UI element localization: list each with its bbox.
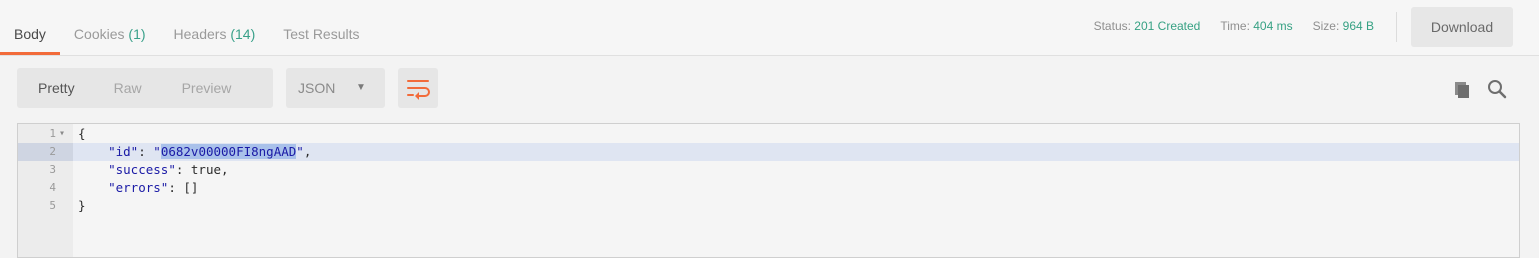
tab-test-results[interactable]: Test Results: [269, 0, 373, 53]
format-select-label: JSON: [298, 80, 336, 96]
time-value: 404 ms: [1253, 19, 1293, 33]
code-line-highlighted: 2 "id": "0682v00000FI8ngAAD",: [18, 143, 1519, 161]
code-text: "errors": []: [78, 179, 198, 197]
code-text: "id": "0682v00000FI8ngAAD",: [78, 143, 311, 161]
code-text: "success": true,: [78, 161, 229, 179]
code-line: 5 }: [18, 197, 1519, 215]
tab-cookies-count: (1): [128, 26, 146, 42]
view-mode-pretty[interactable]: Pretty: [38, 68, 75, 108]
json-tail: ,: [303, 144, 312, 159]
fold-arrow-icon[interactable]: ▾: [59, 125, 65, 143]
json-sep: :: [138, 144, 154, 159]
line-number: 4: [49, 181, 56, 194]
code-line: 1 ▾ {: [18, 125, 1519, 143]
selected-text: 0682v00000FI8ngAAD: [160, 144, 297, 159]
json-key: "success": [108, 162, 176, 177]
size-label: Size:: [1312, 19, 1340, 33]
line-number: 2: [49, 145, 56, 158]
response-meta: Status: 201 Created Time: 404 ms Size: 9…: [1074, 19, 1374, 33]
search-icon[interactable]: [1486, 78, 1508, 100]
size-value: 964 B: [1342, 19, 1374, 33]
json-tail: ,: [221, 162, 229, 177]
wrap-lines-button[interactable]: [398, 68, 438, 108]
time-stat: Time: 404 ms: [1220, 19, 1292, 33]
copy-icon[interactable]: [1452, 80, 1472, 100]
tab-headers-label: Headers: [173, 26, 227, 42]
line-number: 5: [49, 199, 56, 212]
code-text: {: [78, 126, 86, 141]
caret-down-icon: ▼: [356, 82, 366, 93]
download-button[interactable]: Download: [1411, 7, 1513, 47]
code-line: 4 "errors": []: [18, 179, 1519, 197]
code-line: 3 "success": true,: [18, 161, 1519, 179]
json-string-value: "0682v00000FI8ngAAD": [153, 144, 304, 159]
status-value: 201 Created: [1134, 19, 1201, 33]
status-label: Status:: [1093, 19, 1131, 33]
tab-cookies[interactable]: Cookies (1): [60, 0, 160, 53]
response-body-editor[interactable]: 1 ▾ { 2 "id": "0682v00000FI8ngAAD", 3 "s…: [17, 123, 1520, 258]
line-number: 1: [49, 127, 56, 140]
body-toolbar: Pretty Raw Preview JSON ▼: [0, 55, 1539, 121]
tab-headers-count: (14): [230, 26, 256, 42]
response-header-bar: Body Cookies (1) Headers (14) Test Resul…: [0, 0, 1539, 56]
status-stat: Status: 201 Created: [1094, 19, 1201, 33]
json-array-value: []: [183, 180, 199, 195]
divider: [1396, 12, 1397, 42]
size-stat: Size: 964 B: [1313, 19, 1374, 33]
tab-headers[interactable]: Headers (14): [160, 0, 270, 53]
wrap-lines-icon: [407, 80, 430, 100]
tab-body[interactable]: Body: [0, 0, 60, 55]
tab-cookies-label: Cookies: [73, 26, 125, 42]
code-text: }: [78, 198, 86, 213]
json-bool-value: true: [190, 162, 222, 177]
view-mode-preview[interactable]: Preview: [182, 68, 232, 108]
time-label: Time:: [1220, 19, 1250, 33]
json-sep: :: [168, 180, 184, 195]
view-mode-group: Pretty Raw Preview: [17, 68, 273, 108]
line-number: 3: [49, 163, 56, 176]
tab-body-label: Body: [14, 26, 46, 42]
view-mode-raw[interactable]: Raw: [114, 68, 142, 108]
response-tabs: Body Cookies (1) Headers (14) Test Resul…: [0, 0, 374, 55]
tab-test-results-label: Test Results: [283, 26, 360, 42]
json-key: "id": [108, 144, 139, 159]
json-sep: :: [175, 162, 191, 177]
json-key: "errors": [108, 180, 169, 195]
format-select[interactable]: JSON ▼: [286, 68, 385, 108]
